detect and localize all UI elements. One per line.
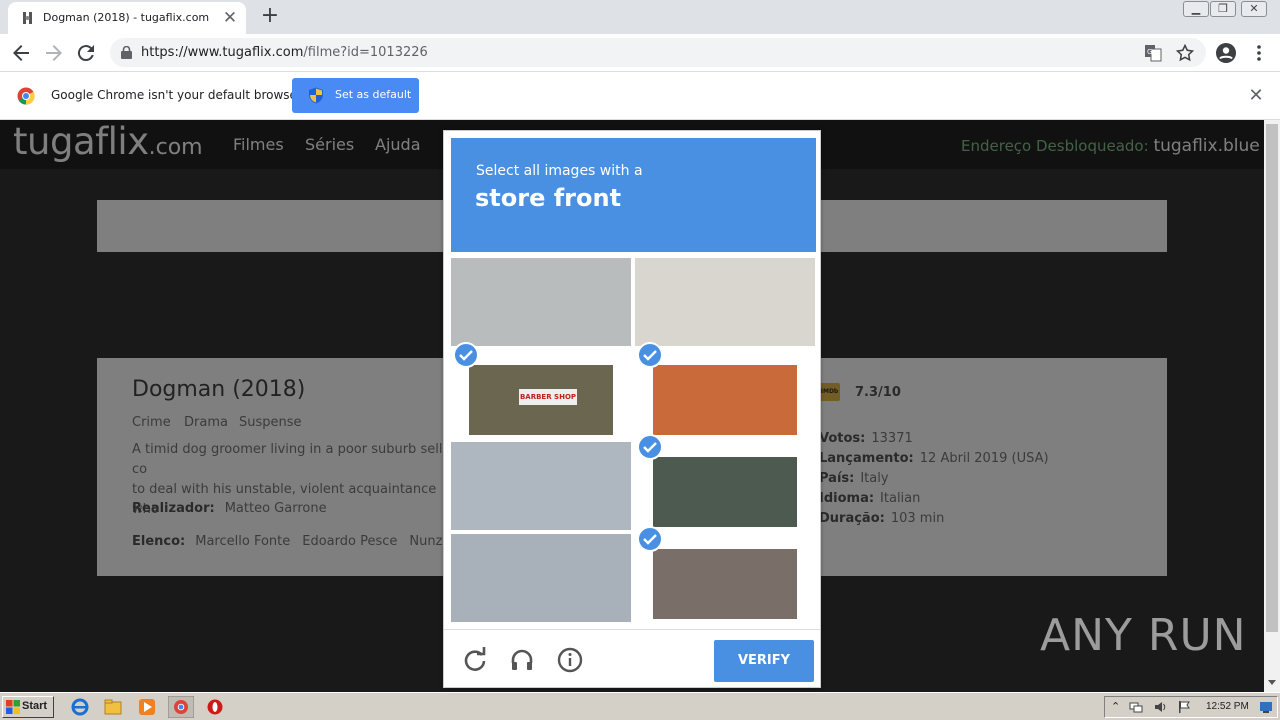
system-tray: ⌃	[1104, 696, 1278, 718]
captcha-tile[interactable]	[451, 258, 631, 346]
captcha-tile[interactable]	[635, 350, 815, 438]
file-explorer-icon[interactable]	[103, 697, 123, 717]
menu-kebab-icon[interactable]	[1248, 42, 1270, 64]
captcha-tile[interactable]	[451, 442, 631, 530]
show-desktop-icon[interactable]	[1259, 700, 1273, 714]
chrome-taskbar-icon[interactable]	[168, 696, 194, 718]
windows-taskbar: Start ⌃ 12:52 PM	[0, 692, 1280, 720]
default-browser-infobar: Google Chrome isn't your default browser…	[0, 72, 1280, 120]
barber-sign: BARBER SHOP	[519, 389, 577, 405]
translate-icon[interactable]: G	[1144, 44, 1162, 62]
captcha-tile[interactable]	[451, 534, 631, 622]
captcha-target-text: store front	[475, 184, 622, 212]
profile-icon[interactable]	[1215, 42, 1237, 64]
chrome-logo-icon	[17, 87, 35, 105]
info-icon[interactable]	[557, 647, 583, 673]
captcha-tile-image: BARBER SHOP	[469, 365, 613, 435]
internet-explorer-icon[interactable]	[70, 697, 90, 717]
recaptcha-challenge: Select all images with a store front BAR…	[443, 130, 821, 688]
bookmark-star-icon[interactable]	[1176, 44, 1194, 62]
minimize-icon[interactable]: ▁	[1183, 1, 1209, 17]
shield-icon	[309, 87, 323, 104]
captcha-footer: VERIFY	[444, 629, 820, 687]
tray-expand-icon[interactable]: ⌃	[1111, 700, 1125, 714]
tile-selected-check-icon	[637, 434, 663, 460]
captcha-instructions: Select all images with a store front	[451, 138, 816, 252]
tab-title: Dogman (2018) - tugaflix.com	[43, 11, 210, 24]
captcha-tile[interactable]	[635, 258, 815, 346]
scrollbar-thumb[interactable]	[1266, 124, 1278, 632]
tile-selected-check-icon	[637, 526, 663, 552]
volume-icon[interactable]	[1153, 700, 1167, 714]
reload-icon[interactable]	[74, 41, 98, 65]
browser-tab[interactable]: Dogman (2018) - tugaflix.com ✕	[8, 2, 246, 34]
set-as-default-label: Set as default	[335, 88, 412, 101]
svg-text:G: G	[1147, 48, 1152, 56]
captcha-tile-image	[653, 365, 797, 435]
anyrun-watermark: ANY RUN	[1040, 610, 1247, 661]
tile-selected-check-icon	[637, 342, 663, 368]
start-button[interactable]: Start	[2, 696, 54, 718]
infobar-message: Google Chrome isn't your default browser	[51, 88, 302, 102]
captcha-tile-image	[451, 534, 631, 622]
address-bar[interactable]: https://www.tugaflix.com/filme?id=101322…	[110, 38, 1206, 67]
lock-icon[interactable]	[121, 46, 132, 59]
scroll-down-icon[interactable]	[1268, 680, 1276, 685]
infobar-close-icon[interactable]: ✕	[1246, 85, 1266, 106]
captcha-tile-image	[653, 457, 797, 527]
back-icon[interactable]	[9, 41, 33, 65]
audio-challenge-icon[interactable]	[509, 647, 535, 673]
captcha-tile-image	[635, 258, 815, 346]
restore-icon[interactable]: ❐	[1210, 1, 1236, 17]
network-icon[interactable]	[1129, 700, 1143, 714]
new-tab-icon[interactable]: +	[258, 5, 282, 29]
tab-close-icon[interactable]: ✕	[220, 8, 240, 28]
site-favicon-icon	[23, 12, 32, 24]
captcha-tile[interactable]	[635, 442, 815, 530]
captcha-instruction-text: Select all images with a	[476, 163, 643, 179]
set-as-default-button[interactable]: Set as default	[292, 78, 419, 113]
reload-challenge-icon[interactable]	[462, 647, 488, 673]
tile-selected-check-icon	[453, 342, 479, 368]
window-close-icon[interactable]: ✕	[1241, 1, 1267, 17]
url-text[interactable]: https://www.tugaflix.com/filme?id=101322…	[141, 45, 428, 60]
action-center-flag-icon[interactable]	[1177, 700, 1191, 714]
browser-toolbar: https://www.tugaflix.com/filme?id=101322…	[0, 34, 1280, 72]
media-player-icon[interactable]	[137, 697, 157, 717]
forward-icon[interactable]	[42, 41, 66, 65]
opera-icon[interactable]	[205, 697, 225, 717]
captcha-tile[interactable]: BARBER SHOP	[451, 350, 631, 438]
windows-logo-icon	[6, 700, 20, 714]
captcha-tile[interactable]	[635, 534, 815, 622]
tab-strip: Dogman (2018) - tugaflix.com ✕ + ▁ ❐ ✕	[0, 0, 1280, 34]
page-scrollbar[interactable]	[1264, 120, 1280, 692]
captcha-tile-image	[451, 442, 631, 530]
taskbar-clock: 12:52 PM	[1206, 701, 1249, 712]
captcha-tile-image	[451, 258, 631, 346]
verify-button[interactable]: VERIFY	[714, 640, 814, 682]
captcha-tile-image	[653, 549, 797, 619]
